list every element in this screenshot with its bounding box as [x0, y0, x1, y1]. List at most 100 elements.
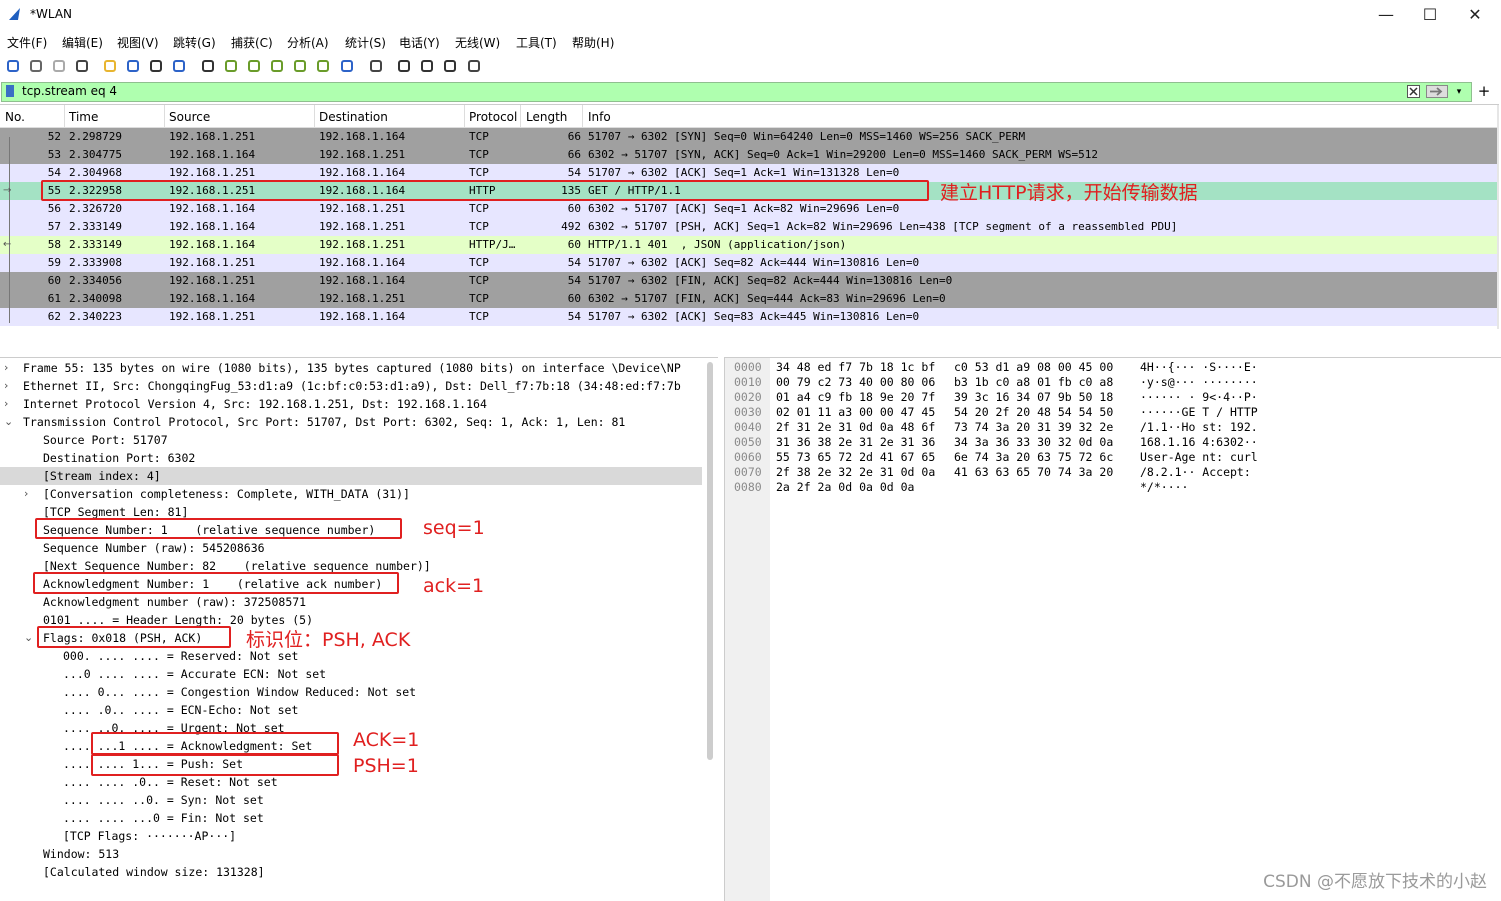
hex-ascii[interactable]: ·y·s@··· ········ — [1140, 375, 1258, 390]
column-separator[interactable] — [314, 105, 315, 127]
zoom-in-icon[interactable] — [394, 57, 413, 75]
restart-icon[interactable] — [49, 57, 68, 75]
detail-line[interactable]: Acknowledgment number (raw): 372508571 — [0, 593, 702, 611]
hex-ascii[interactable]: /8.2.1·· Accept: — [1140, 465, 1258, 480]
filter-history-chevron-down-icon[interactable]: ▾ — [1453, 84, 1465, 99]
column-header-2[interactable]: Source — [169, 110, 210, 124]
menu-item-9[interactable]: 工具(T) — [516, 34, 557, 51]
column-header-3[interactable]: Destination — [319, 110, 388, 124]
hex-bytes[interactable]: 55 73 65 72 2d 41 67 65 — [776, 450, 935, 465]
detail-line[interactable]: Destination Port: 6302 — [0, 449, 702, 467]
menu-item-6[interactable]: 统计(S) — [345, 34, 386, 51]
hex-bytes[interactable]: 6e 74 3a 20 63 75 72 6c — [954, 450, 1113, 465]
display-filter-bar[interactable]: tcp.stream eq 4 ▾ — [1, 82, 1472, 102]
detail-line[interactable]: [Stream index: 4] — [0, 467, 702, 485]
colorize-icon[interactable] — [366, 57, 385, 75]
hex-ascii[interactable]: 168.1.16 4:6302·· — [1140, 435, 1258, 450]
detail-line[interactable]: [Calculated window size: 131328] — [0, 863, 702, 881]
column-separator[interactable] — [64, 105, 65, 127]
find-icon[interactable] — [198, 57, 217, 75]
hex-bytes[interactable]: 41 63 63 65 70 74 3a 20 — [954, 465, 1113, 480]
bookmark-icon[interactable] — [6, 85, 14, 97]
open-folder-icon[interactable] — [100, 57, 119, 75]
menu-item-10[interactable]: 帮助(H) — [572, 34, 614, 51]
packet-list-scrollbar[interactable] — [1497, 105, 1499, 329]
maximize-button[interactable]: ☐ — [1408, 2, 1452, 28]
zoom-reset-icon[interactable] — [440, 57, 459, 75]
hex-bytes[interactable]: 00 79 c2 73 40 00 80 06 — [776, 375, 935, 390]
hex-bytes[interactable]: 2a 2f 2a 0d 0a 0d 0a — [776, 480, 914, 495]
apply-filter-icon[interactable] — [1425, 84, 1449, 99]
hex-bytes[interactable]: 2f 38 2e 32 2e 31 0d 0a — [776, 465, 935, 480]
hex-bytes[interactable]: c0 53 d1 a9 08 00 45 00 — [954, 360, 1113, 375]
menu-item-8[interactable]: 无线(W) — [455, 34, 500, 51]
detail-line[interactable]: Sequence Number (raw): 545208636 — [0, 539, 702, 557]
column-separator[interactable] — [520, 105, 521, 127]
packet-row[interactable]: 58 2.333149 192.168.1.164 192.168.1.251 HTTP… — [0, 236, 1497, 254]
packet-row[interactable]: 60 2.334056 192.168.1.251 192.168.1.164 TCP 5… — [0, 272, 1497, 290]
display-filter-input[interactable]: tcp.stream eq 4 — [22, 84, 117, 98]
hex-bytes[interactable]: 31 36 38 2e 31 2e 31 36 — [776, 435, 935, 450]
hex-bytes[interactable]: 01 a4 c9 fb 18 9e 20 7f — [776, 390, 935, 405]
detail-line[interactable]: Window: 513 — [0, 845, 702, 863]
hex-ascii[interactable]: User-Age nt: curl — [1140, 450, 1258, 465]
stop-square-icon[interactable] — [26, 57, 45, 75]
packet-row[interactable]: 52 2.298729 192.168.1.251 192.168.1.164 TCP 6… — [0, 128, 1497, 146]
goto-packet-icon[interactable] — [267, 57, 286, 75]
expand-arrow-icon[interactable]: › — [4, 359, 8, 377]
expand-arrow-icon[interactable]: › — [24, 485, 28, 503]
detail-line[interactable]: .... .... ...0 = Fin: Not set — [0, 809, 702, 827]
column-header-0[interactable]: No. — [5, 110, 25, 124]
detail-line[interactable]: [TCP Flags: ·······AP···] — [0, 827, 702, 845]
clear-filter-icon[interactable] — [1406, 84, 1421, 99]
expand-arrow-icon[interactable]: › — [4, 395, 8, 413]
packet-row[interactable]: 62 2.340223 192.168.1.251 192.168.1.164 TCP 5… — [0, 308, 1497, 326]
shark-fin-start-icon[interactable] — [3, 57, 22, 75]
menu-item-1[interactable]: 编辑(E) — [62, 34, 103, 51]
column-header-1[interactable]: Time — [69, 110, 98, 124]
menu-item-4[interactable]: 捕获(C) — [231, 34, 273, 51]
column-header-5[interactable]: Length — [526, 110, 567, 124]
forward-arrow-icon[interactable] — [244, 57, 263, 75]
detail-line[interactable]: .... .0.. .... = ECN-Echo: Not set — [0, 701, 702, 719]
hex-bytes[interactable]: 73 74 3a 20 31 39 32 2e — [954, 420, 1113, 435]
save-file-icon[interactable] — [123, 57, 142, 75]
reload-icon[interactable] — [169, 57, 188, 75]
column-separator[interactable] — [464, 105, 465, 127]
menu-item-2[interactable]: 视图(V) — [117, 34, 159, 51]
packet-row[interactable]: 56 2.326720 192.168.1.164 192.168.1.251 TCP 6… — [0, 200, 1497, 218]
back-arrow-icon[interactable] — [221, 57, 240, 75]
menu-item-0[interactable]: 文件(F) — [7, 34, 47, 51]
detail-line[interactable]: Source Port: 51707 — [0, 431, 702, 449]
detail-line[interactable]: ...0 .... .... = Accurate ECN: Not set — [0, 665, 702, 683]
column-separator[interactable] — [582, 105, 583, 127]
collapse-arrow-icon[interactable]: ⌄ — [4, 413, 13, 431]
menu-item-5[interactable]: 分析(A) — [287, 34, 329, 51]
options-gear-icon[interactable] — [72, 57, 91, 75]
detail-line[interactable]: › Internet Protocol Version 4, Src: 192.1… — [0, 395, 702, 413]
hex-ascii[interactable]: ······ · 9<·4··P· — [1140, 390, 1258, 405]
resize-columns-icon[interactable] — [464, 57, 483, 75]
detail-line[interactable]: .... .... ..0. = Syn: Not set — [0, 791, 702, 809]
menu-item-7[interactable]: 电话(Y) — [399, 34, 440, 51]
packet-row[interactable]: 59 2.333908 192.168.1.251 192.168.1.164 TCP 5… — [0, 254, 1497, 272]
detail-line[interactable]: › [Conversation completeness: Complete, W… — [0, 485, 702, 503]
autoscroll-icon[interactable] — [337, 57, 356, 75]
menu-item-3[interactable]: 跳转(G) — [173, 34, 216, 51]
hex-bytes[interactable]: 2f 31 2e 31 0d 0a 48 6f — [776, 420, 935, 435]
packet-row[interactable]: 53 2.304775 192.168.1.164 192.168.1.251 TCP 6… — [0, 146, 1497, 164]
close-file-icon[interactable] — [146, 57, 165, 75]
column-separator[interactable] — [164, 105, 165, 127]
hex-bytes[interactable]: 39 3c 16 34 07 9b 50 18 — [954, 390, 1113, 405]
hex-bytes[interactable]: 34 48 ed f7 7b 18 1c bf — [776, 360, 935, 375]
zoom-out-icon[interactable] — [417, 57, 436, 75]
hex-ascii[interactable]: */*···· — [1140, 480, 1188, 495]
minimize-button[interactable]: — — [1364, 2, 1408, 28]
expand-arrow-icon[interactable]: › — [4, 377, 8, 395]
hex-ascii[interactable]: 4H··{··· ·S····E· — [1140, 360, 1258, 375]
detail-line[interactable]: .... 0... .... = Congestion Window Reduc… — [0, 683, 702, 701]
close-button[interactable]: ✕ — [1453, 2, 1497, 28]
column-header-4[interactable]: Protocol — [469, 110, 517, 124]
last-packet-icon[interactable] — [313, 57, 332, 75]
hex-bytes[interactable]: 54 20 2f 20 48 54 54 50 — [954, 405, 1113, 420]
